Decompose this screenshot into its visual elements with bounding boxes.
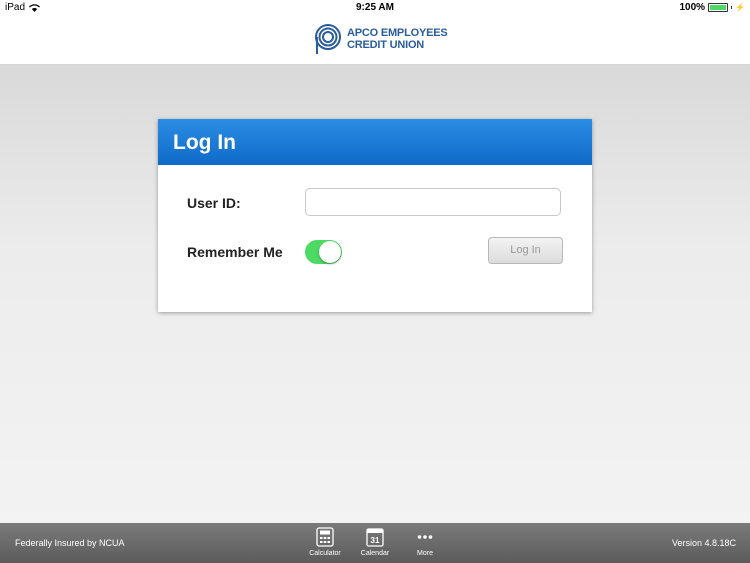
- battery-icon: [708, 3, 729, 12]
- calculator-icon: [316, 527, 334, 547]
- charging-icon: ⚡: [735, 3, 745, 12]
- logo-line2: CREDIT UNION: [347, 39, 425, 51]
- bottom-toolbar: Federally Insured by NCUA Calculator 31 …: [0, 523, 750, 563]
- logo-line1: APCO EMPLOYEES: [347, 27, 448, 39]
- calendar-icon: 31: [366, 528, 384, 547]
- logo-text: APCO EMPLOYEES CREDIT UNION: [347, 27, 448, 51]
- more-label: More: [417, 550, 433, 557]
- app-header: APCO EMPLOYEES CREDIT UNION: [0, 16, 750, 65]
- calculator-label: Calculator: [309, 550, 341, 557]
- status-right: 100% ⚡: [679, 2, 745, 13]
- status-time: 9:25 AM: [356, 2, 394, 13]
- logo-mark-icon: [315, 24, 341, 54]
- calendar-label: Calendar: [360, 550, 390, 557]
- calendar-button[interactable]: 31 Calendar: [355, 527, 395, 557]
- status-bar: iPad 9:25 AM 100% ⚡: [0, 0, 750, 16]
- calculator-button[interactable]: Calculator: [305, 527, 345, 557]
- battery-percent: 100%: [679, 2, 706, 13]
- more-button[interactable]: More: [405, 527, 445, 557]
- user-id-input[interactable]: [305, 188, 561, 216]
- app-version: Version 4.8.18C: [671, 538, 736, 548]
- remember-me-label: Remember Me: [187, 244, 283, 260]
- login-title: Log In: [158, 119, 592, 165]
- calendar-day: 31: [371, 536, 380, 545]
- toggle-knob: [319, 241, 341, 263]
- ncua-notice: Federally Insured by NCUA: [15, 538, 125, 548]
- remember-me-toggle[interactable]: [305, 240, 342, 264]
- apco-logo: APCO EMPLOYEES CREDIT UNION: [313, 23, 448, 55]
- login-button[interactable]: Log In: [488, 237, 563, 264]
- battery-tip: [731, 6, 733, 9]
- login-card: Log In User ID: Remember Me Log In: [158, 119, 592, 312]
- user-id-label: User ID:: [187, 195, 241, 211]
- more-icon: [417, 535, 433, 539]
